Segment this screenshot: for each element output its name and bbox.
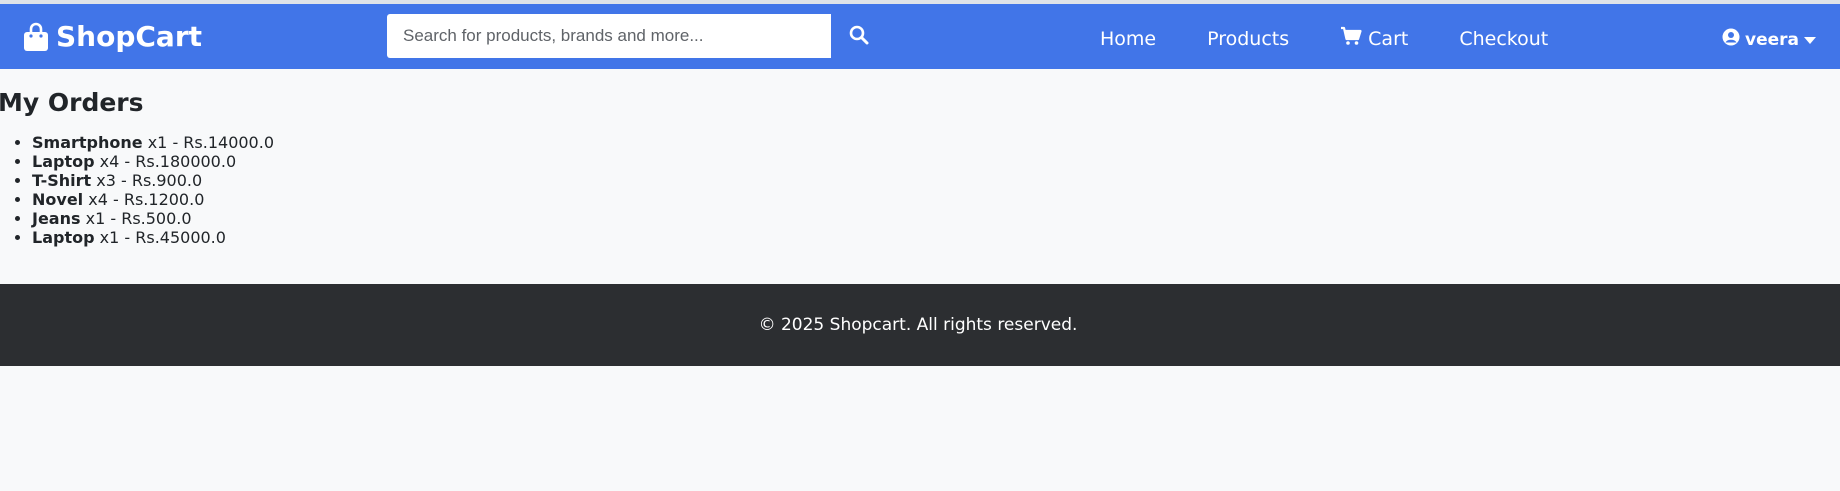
user-menu[interactable]: veera	[1722, 28, 1816, 51]
nav-cart-link[interactable]: Cart	[1340, 26, 1408, 51]
shopping-bag-icon	[24, 22, 48, 52]
search-button[interactable]	[831, 14, 887, 58]
main-content: My Orders Smartphone x1 - Rs.14000.0 Lap…	[0, 88, 1840, 247]
order-item-name: Laptop	[32, 228, 95, 247]
navbar: ShopCart Home Products	[0, 4, 1840, 69]
nav-cart-label: Cart	[1368, 27, 1409, 50]
order-item-detail: x1 - Rs.45000.0	[99, 228, 226, 247]
order-item-name: T-Shirt	[32, 171, 92, 190]
cart-icon	[1340, 26, 1362, 51]
order-item: Laptop x4 - Rs.180000.0	[32, 152, 1840, 171]
search-icon	[849, 25, 869, 48]
order-item-name: Smartphone	[32, 133, 143, 152]
user-name: veera	[1745, 29, 1799, 50]
nav-links: Home Products Cart Checkout	[1100, 26, 1599, 51]
search-input[interactable]	[387, 14, 831, 58]
brand-link[interactable]: ShopCart	[24, 20, 202, 53]
order-item-detail: x4 - Rs.1200.0	[88, 190, 205, 209]
nav-home-label: Home	[1100, 27, 1157, 50]
order-item: Jeans x1 - Rs.500.0	[32, 209, 1840, 228]
order-item-detail: x3 - Rs.900.0	[96, 171, 203, 190]
order-item: Novel x4 - Rs.1200.0	[32, 190, 1840, 209]
order-item-detail: x1 - Rs.500.0	[85, 209, 192, 228]
order-item: T-Shirt x3 - Rs.900.0	[32, 171, 1840, 190]
order-item: Smartphone x1 - Rs.14000.0	[32, 133, 1840, 152]
caret-down-icon	[1804, 30, 1816, 50]
nav-checkout-label: Checkout	[1459, 27, 1549, 50]
brand-name: ShopCart	[56, 20, 203, 53]
page-title: My Orders	[0, 88, 144, 117]
footer: © 2025 Shopcart. All rights reserved.	[0, 284, 1840, 366]
footer-copyright: © 2025 Shopcart. All rights reserved.	[758, 315, 1078, 335]
orders-list: Smartphone x1 - Rs.14000.0 Laptop x4 - R…	[0, 133, 1840, 247]
order-item-detail: x4 - Rs.180000.0	[99, 152, 237, 171]
user-circle-icon	[1722, 28, 1740, 51]
order-item-detail: x1 - Rs.14000.0	[147, 133, 274, 152]
order-item-name: Laptop	[32, 152, 95, 171]
search-bar	[387, 14, 887, 58]
order-item: Laptop x1 - Rs.45000.0	[32, 228, 1840, 247]
nav-products-link[interactable]: Products	[1207, 26, 1289, 51]
nav-checkout-link[interactable]: Checkout	[1459, 26, 1548, 51]
order-item-name: Jeans	[32, 209, 81, 228]
order-item-name: Novel	[32, 190, 84, 209]
nav-home-link[interactable]: Home	[1100, 26, 1156, 51]
nav-products-label: Products	[1207, 27, 1290, 50]
